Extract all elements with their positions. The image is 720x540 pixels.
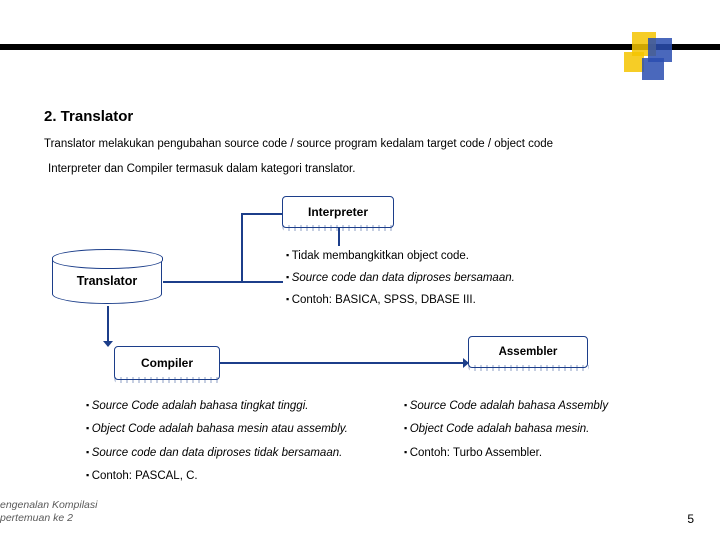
intro-paragraph-1: Translator melakukan pengubahan source c… <box>44 138 553 150</box>
list-item: Object Code adalah bahasa mesin atau ass… <box>86 421 396 438</box>
list-item: Source code dan data diproses bersamaan. <box>286 268 515 290</box>
connector-line <box>241 213 282 215</box>
intro-paragraph-2: Interpreter dan Compiler termasuk dalam … <box>48 163 355 175</box>
assembler-label: Assembler <box>499 346 558 358</box>
list-item: Source Code adalah bahasa tingkat tinggi… <box>86 398 396 415</box>
connector-line <box>163 281 283 283</box>
interpreter-bullets: Tidak membangkitkan object code. Source … <box>286 246 515 312</box>
page-number: 5 <box>687 512 694 526</box>
compiler-label: Compiler <box>141 356 193 370</box>
slide-logo <box>624 32 680 88</box>
list-item: Contoh: BASICA, SPSS, DBASE III. <box>286 290 515 312</box>
footer-course-info: engenalan Kompilasi pertemuan ke 2 <box>0 499 97 526</box>
section-heading: 2. Translator <box>44 108 133 125</box>
header-divider <box>0 44 720 50</box>
compiler-box: Compiler <box>114 346 220 380</box>
connector-line <box>338 228 340 246</box>
list-item: Object Code adalah bahasa mesin. <box>404 421 704 438</box>
list-item: Contoh: Turbo Assembler. <box>404 445 704 462</box>
connector-line <box>107 306 109 346</box>
interpreter-label: Interpreter <box>308 205 368 219</box>
connector-line <box>241 213 243 281</box>
assembler-bullets: Source Code adalah bahasa Assembly Objec… <box>404 398 704 468</box>
compiler-bullets: Source Code adalah bahasa tingkat tinggi… <box>86 398 396 491</box>
list-item: Source code dan data diproses tidak bers… <box>86 445 396 462</box>
translator-label: Translator <box>77 274 137 288</box>
assembler-box: Assembler <box>468 336 588 368</box>
arrowhead-icon <box>463 358 469 368</box>
translator-cylinder: Translator <box>52 258 162 304</box>
list-item: Contoh: PASCAL, C. <box>86 468 396 485</box>
list-item: Tidak membangkitkan object code. <box>286 246 515 268</box>
connector-line <box>220 362 468 364</box>
interpreter-box: Interpreter <box>282 196 394 228</box>
list-item: Source Code adalah bahasa Assembly <box>404 398 704 415</box>
arrowhead-icon <box>103 341 113 347</box>
